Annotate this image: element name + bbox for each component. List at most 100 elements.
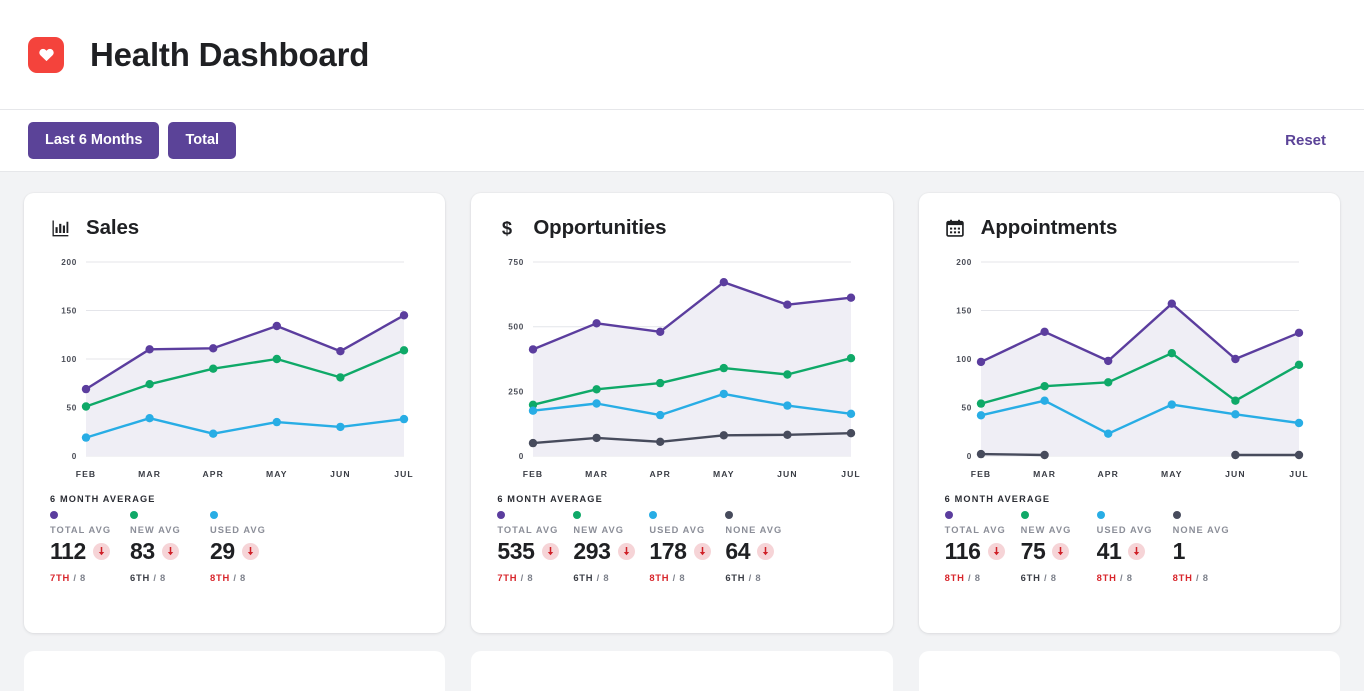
app-logo bbox=[28, 36, 64, 73]
stat-rank: 8TH / 8 bbox=[945, 572, 1021, 583]
stat-value: 112 bbox=[50, 538, 86, 564]
series-color-dot bbox=[725, 511, 734, 519]
svg-text:MAY: MAY bbox=[1161, 469, 1183, 479]
card-stats: 6 MONTH AVERAGE TOTAL AVG 535 7TH / 8 NEW AV… bbox=[489, 494, 874, 583]
stat-rank-total: / 8 bbox=[967, 572, 981, 584]
stats-caption: 6 MONTH AVERAGE bbox=[50, 494, 156, 504]
series-color-dot bbox=[573, 511, 582, 519]
series-color-dot bbox=[1172, 511, 1181, 519]
trend-down-icon bbox=[1128, 542, 1146, 560]
reset-button[interactable]: Reset bbox=[1275, 126, 1336, 155]
stat-rank-total: / 8 bbox=[1119, 572, 1133, 584]
stat-none-avg: NONE AVG 1 8TH / 8 bbox=[1172, 511, 1249, 584]
stat-rank-total: / 8 bbox=[672, 572, 686, 584]
stat-rank: 7TH / 8 bbox=[50, 572, 130, 583]
stat-rank: 8TH / 8 bbox=[210, 572, 290, 583]
svg-text:150: 150 bbox=[61, 307, 77, 316]
svg-text:JUN: JUN bbox=[777, 469, 798, 479]
stat-used-avg: USED AVG 41 8TH / 8 bbox=[1096, 511, 1173, 584]
stat-value: 64 bbox=[725, 538, 751, 564]
svg-text:$: $ bbox=[502, 218, 512, 238]
stat-label: NEW AVG bbox=[573, 525, 625, 535]
stat-value-row: 41 bbox=[1097, 539, 1173, 563]
stat-rank-position: 8TH bbox=[944, 572, 965, 584]
svg-text:FEB: FEB bbox=[76, 469, 97, 479]
bar-chart-icon bbox=[50, 218, 72, 238]
svg-text:100: 100 bbox=[61, 355, 77, 364]
stat-rank-position: 8TH bbox=[1096, 572, 1117, 584]
chart-opportunities[interactable]: 0 250 500 750 FEB MAR APR MAY JUN JUL bbox=[489, 254, 874, 486]
stat-value: 178 bbox=[649, 538, 687, 564]
metric-card-opportunities: $ Opportunities 0 250 500 750 FEB MAR APR MAY JUN J… bbox=[471, 193, 893, 633]
stat-rank-total: / 8 bbox=[233, 572, 247, 584]
svg-text:APR: APR bbox=[202, 469, 223, 479]
chart-sales[interactable]: 0 50 100 150 200 FEB MAR APR MAY JUN JUL bbox=[42, 254, 427, 486]
svg-text:200: 200 bbox=[61, 258, 77, 267]
stat-rank: 8TH / 8 bbox=[649, 572, 725, 583]
svg-text:MAR: MAR bbox=[138, 469, 161, 479]
svg-text:APR: APR bbox=[650, 469, 671, 479]
stat-rank-position: 8TH bbox=[649, 572, 670, 584]
stat-value: 83 bbox=[130, 538, 155, 564]
stat-label: TOTAL AVG bbox=[944, 525, 1006, 535]
card-stats: 6 MONTH AVERAGE TOTAL AVG 116 8TH / 8 NEW AV… bbox=[937, 494, 1322, 583]
stat-total-avg: TOTAL AVG 112 7TH / 8 bbox=[50, 511, 130, 583]
svg-text:50: 50 bbox=[66, 404, 77, 413]
card-title: Sales bbox=[86, 216, 140, 239]
stat-value: 535 bbox=[497, 538, 535, 564]
trend-down-icon bbox=[161, 542, 179, 560]
filter-toolbar: Last 6 Months Total Reset bbox=[0, 110, 1364, 172]
svg-text:JUN: JUN bbox=[1225, 469, 1246, 479]
trend-down-icon bbox=[241, 542, 259, 560]
stat-total-avg: TOTAL AVG 535 7TH / 8 bbox=[497, 511, 573, 583]
series-color-dot bbox=[210, 511, 218, 519]
trend-down-icon bbox=[92, 542, 110, 560]
stat-label: NEW AVG bbox=[1020, 525, 1072, 535]
stat-value: 29 bbox=[210, 538, 235, 564]
series-color-dot bbox=[50, 511, 58, 519]
stat-label: USED AVG bbox=[1096, 525, 1153, 535]
stat-used-avg: USED AVG 29 8TH / 8 bbox=[210, 511, 290, 583]
page-title: Health Dashboard bbox=[90, 36, 370, 73]
stat-rank: 6TH / 8 bbox=[130, 572, 210, 583]
stat-row: TOTAL AVG 535 7TH / 8 NEW AVG 293 6TH / 8 USED… bbox=[497, 511, 874, 583]
trend-down-icon bbox=[1052, 542, 1070, 560]
dashboard-card-grid: Sales 0 50 100 150 200 FEB MAR APR MAY JUN JUL 6 MON… bbox=[0, 172, 1364, 659]
stat-value-row: 64 bbox=[725, 539, 801, 563]
trend-down-icon bbox=[541, 542, 559, 560]
dashboard-next-row bbox=[0, 651, 1364, 691]
svg-text:150: 150 bbox=[956, 307, 972, 316]
filter-button-group: Last 6 Months Total bbox=[28, 122, 237, 159]
stat-rank-total: / 8 bbox=[748, 572, 762, 584]
svg-text:0: 0 bbox=[519, 452, 524, 461]
stat-rank: 7TH / 8 bbox=[497, 572, 573, 583]
stat-value-row: 75 bbox=[1021, 539, 1097, 563]
svg-text:JUN: JUN bbox=[330, 469, 351, 479]
stat-rank: 6TH / 8 bbox=[573, 572, 649, 583]
card-title: Appointments bbox=[980, 216, 1118, 239]
stat-label: NEW AVG bbox=[130, 525, 181, 535]
chart-appointments[interactable]: 0 50 100 150 200 FEB MAR APR MAY JUN JUL bbox=[937, 254, 1322, 486]
card-header: $ Opportunities bbox=[489, 213, 874, 240]
svg-text:MAR: MAR bbox=[1033, 469, 1056, 479]
svg-text:JUL: JUL bbox=[394, 469, 414, 479]
stat-rank-position: 7TH bbox=[50, 572, 70, 584]
stats-caption: 6 MONTH AVERAGE bbox=[497, 494, 603, 504]
filter-total-button[interactable]: Total bbox=[168, 122, 237, 159]
stat-rank-position: 8TH bbox=[1172, 572, 1193, 584]
series-color-dot bbox=[649, 511, 658, 519]
stat-rank-position: 8TH bbox=[210, 572, 230, 584]
stat-value-row: 1 bbox=[1173, 539, 1249, 563]
card-header: Appointments bbox=[937, 213, 1322, 240]
svg-text:0: 0 bbox=[966, 452, 971, 461]
stat-rank: 6TH / 8 bbox=[1021, 572, 1097, 583]
stat-rank-total: / 8 bbox=[1043, 572, 1057, 584]
stat-rank-position: 7TH bbox=[497, 572, 518, 584]
stat-none-avg: NONE AVG 64 6TH / 8 bbox=[725, 511, 801, 583]
filter-last-6-months-button[interactable]: Last 6 Months bbox=[28, 122, 160, 159]
metric-card-sales: Sales 0 50 100 150 200 FEB MAR APR MAY JUN JUL 6 MON… bbox=[24, 193, 446, 633]
series-color-dot bbox=[944, 511, 953, 519]
stat-rank-total: / 8 bbox=[73, 572, 87, 584]
trend-down-icon bbox=[987, 542, 1005, 560]
trend-down-icon bbox=[617, 542, 635, 560]
